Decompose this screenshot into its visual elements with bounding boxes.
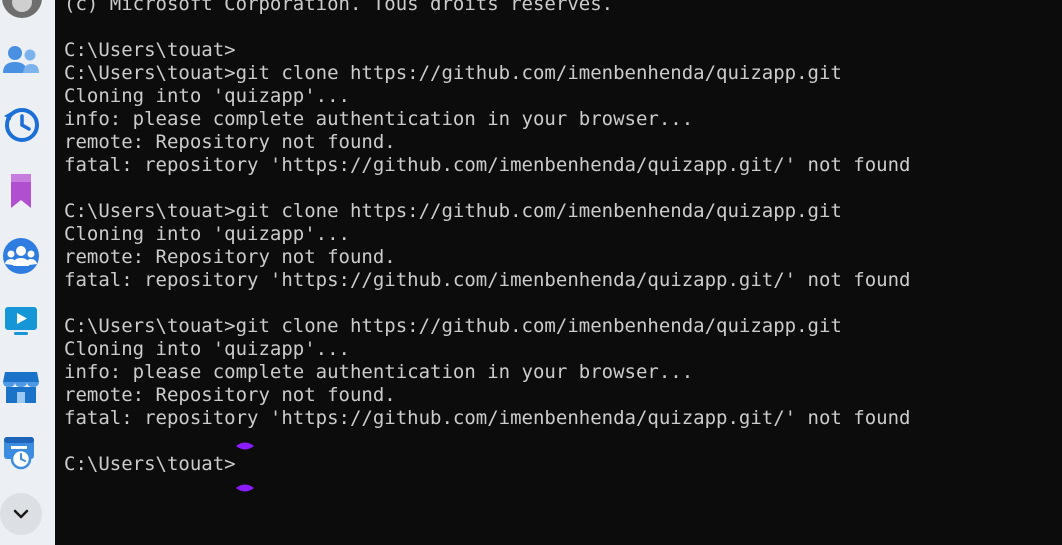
terminal-line: C:\Users\touat>git clone https://github.…: [64, 62, 842, 84]
terminal-line: fatal: repository 'https://github.com/im…: [64, 269, 911, 291]
bookmark-icon[interactable]: [0, 170, 42, 212]
avatar-face: [12, 0, 32, 12]
terminal-line: C:\Users\touat>: [64, 453, 236, 475]
terminal-line: info: please complete authentication in …: [64, 108, 694, 130]
terminal-line: fatal: repository 'https://github.com/im…: [64, 407, 911, 429]
desktop-screen: (c) Microsoft Corporation. Tous droits r…: [0, 0, 1062, 545]
terminal-line: fatal: repository 'https://github.com/im…: [64, 154, 911, 176]
groups-icon[interactable]: [0, 235, 42, 277]
terminal-line: remote: Repository not found.: [64, 246, 396, 268]
calendar-clock-icon[interactable]: [0, 430, 42, 472]
history-icon[interactable]: [0, 103, 42, 145]
terminal-line: Cloning into 'quizapp'...: [64, 223, 350, 245]
expand-sidebar-button[interactable]: [0, 493, 42, 535]
terminal-output: (c) Microsoft Corporation. Tous droits r…: [64, 0, 910, 476]
terminal-line: remote: Repository not found.: [64, 384, 396, 406]
people-icon[interactable]: [0, 40, 42, 82]
terminal-line: info: please complete authentication in …: [64, 361, 694, 383]
store-icon[interactable]: [0, 365, 42, 407]
terminal-line: (c) Microsoft Corporation. Tous droits r…: [64, 0, 614, 15]
terminal-line: remote: Repository not found.: [64, 131, 396, 153]
app-sidebar: [0, 0, 55, 545]
chevron-down-icon: [13, 509, 29, 519]
text-cursor-icon: [236, 442, 254, 492]
user-avatar[interactable]: [2, 0, 42, 18]
terminal-line: Cloning into 'quizapp'...: [64, 338, 350, 360]
play-video-icon[interactable]: [0, 300, 42, 342]
terminal-line: C:\Users\touat>: [64, 39, 236, 61]
terminal-line: Cloning into 'quizapp'...: [64, 85, 350, 107]
terminal-line: C:\Users\touat>git clone https://github.…: [64, 200, 842, 222]
command-prompt-terminal[interactable]: (c) Microsoft Corporation. Tous droits r…: [55, 0, 1062, 545]
terminal-line: C:\Users\touat>git clone https://github.…: [64, 315, 842, 337]
